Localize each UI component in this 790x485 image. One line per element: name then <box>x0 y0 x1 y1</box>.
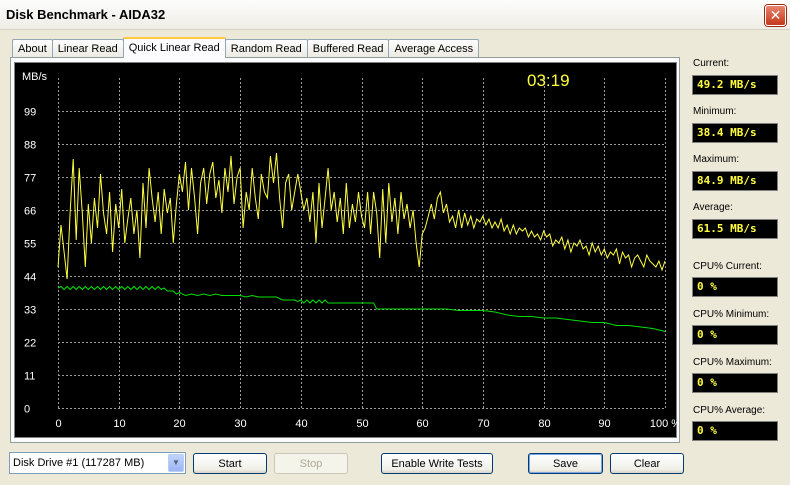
y-tick-label: 88 <box>24 140 36 152</box>
drive-select[interactable]: Disk Drive #1 (117287 MB) ▼ <box>9 452 186 474</box>
average-value: 61.5 MB/s <box>692 219 778 239</box>
tab-linear-read[interactable]: Linear Read <box>51 39 124 58</box>
y-tick-label: 0 <box>24 404 30 416</box>
drive-select-value: Disk Drive #1 (117287 MB) <box>13 457 145 469</box>
clear-button[interactable]: Clear <box>610 453 684 474</box>
maximum-value: 84.9 MB/s <box>692 171 778 191</box>
stop-button[interactable]: Stop <box>274 453 348 474</box>
cpu-minimum-value: 0 % <box>692 325 778 345</box>
x-tick-label: 60 <box>416 418 428 430</box>
enable-write-tests-button[interactable]: Enable Write Tests <box>381 453 493 474</box>
y-tick-label: 77 <box>24 173 36 185</box>
start-button[interactable]: Start <box>193 453 267 474</box>
tab-buffered-read[interactable]: Buffered Read <box>306 39 390 58</box>
tab-strip: About Linear Read Quick Linear Read Rand… <box>12 37 480 58</box>
tab-about[interactable]: About <box>12 39 53 58</box>
x-tick-label: 10 <box>113 418 125 430</box>
x-tick-label: 30 <box>234 418 246 430</box>
current-value: 49.2 MB/s <box>692 75 778 95</box>
x-tick-label: 40 <box>295 418 307 430</box>
y-tick-label: 33 <box>24 305 36 317</box>
read-speed-series <box>57 152 666 280</box>
benchmark-chart-svg: 99 88 77 66 55 44 33 22 11 0 0 10 20 30 40 50 60 70 80 90 10… <box>22 71 678 430</box>
cpu-current-label: CPU% Current: <box>693 261 762 272</box>
x-tick-label: 50 <box>356 418 368 430</box>
y-axis-unit: MB/s <box>22 71 48 83</box>
close-icon: ✕ <box>769 7 782 23</box>
tab-random-read[interactable]: Random Read <box>224 39 308 58</box>
y-tick-label: 55 <box>24 239 36 251</box>
y-tick-label: 66 <box>24 206 36 218</box>
cpu-current-value: 0 % <box>692 277 778 297</box>
minimum-label: Minimum: <box>693 106 737 117</box>
title-bar: Disk Benchmark - AIDA32 ✕ <box>0 0 790 30</box>
elapsed-timer: 03:19 <box>527 71 570 90</box>
average-label: Average: <box>693 202 733 213</box>
tab-quick-linear-read[interactable]: Quick Linear Read <box>122 37 226 58</box>
x-tick-label: 80 <box>538 418 550 430</box>
save-button[interactable]: Save <box>528 453 603 474</box>
window-title: Disk Benchmark - AIDA32 <box>6 7 166 22</box>
cpu-maximum-value: 0 % <box>692 373 778 393</box>
x-tick-label: 20 <box>173 418 185 430</box>
y-tick-label: 11 <box>24 371 35 383</box>
cpu-average-label: CPU% Average: <box>693 405 766 416</box>
y-tick-label: 44 <box>24 272 36 284</box>
cpu-maximum-label: CPU% Maximum: <box>693 357 772 368</box>
cpu-minimum-label: CPU% Minimum: <box>693 309 770 320</box>
close-button[interactable]: ✕ <box>765 5 786 26</box>
x-tick-label: 70 <box>477 418 489 430</box>
x-tick-label: 0 <box>55 418 61 430</box>
x-tick-label: 100 % <box>650 418 678 430</box>
cpu-average-value: 0 % <box>692 421 778 441</box>
y-tick-label: 99 <box>24 107 36 119</box>
current-label: Current: <box>693 58 730 69</box>
cpu-usage-series <box>57 285 666 332</box>
y-tick-label: 22 <box>24 338 36 350</box>
maximum-label: Maximum: <box>693 154 740 165</box>
benchmark-chart: 99 88 77 66 55 44 33 22 11 0 0 10 20 30 40 50 60 70 80 90 10… <box>14 62 678 438</box>
minimum-value: 38.4 MB/s <box>692 123 778 143</box>
x-tick-label: 90 <box>598 418 610 430</box>
tab-average-access[interactable]: Average Access <box>388 39 480 58</box>
chevron-down-icon[interactable]: ▼ <box>168 454 184 472</box>
